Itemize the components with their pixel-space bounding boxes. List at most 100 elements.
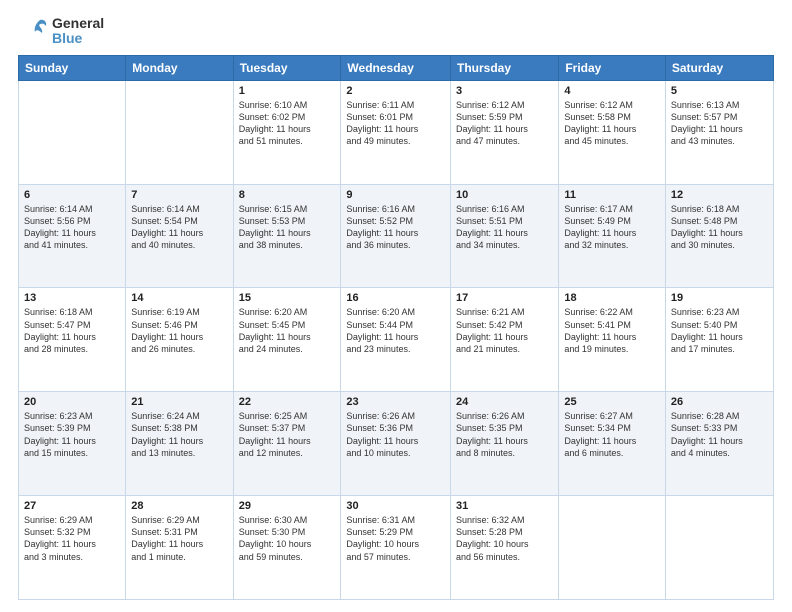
cell-content: Sunrise: 6:23 AM Sunset: 5:39 PM Dayligh… [24,410,120,459]
cell-content: Sunrise: 6:11 AM Sunset: 6:01 PM Dayligh… [346,99,445,148]
day-number: 2 [346,85,445,97]
cell-content: Sunrise: 6:23 AM Sunset: 5:40 PM Dayligh… [671,306,768,355]
calendar-cell: 19Sunrise: 6:23 AM Sunset: 5:40 PM Dayli… [665,288,773,392]
cell-content: Sunrise: 6:14 AM Sunset: 5:56 PM Dayligh… [24,203,120,252]
day-number: 30 [346,500,445,512]
header-row: SundayMondayTuesdayWednesdayThursdayFrid… [19,55,774,80]
cell-content: Sunrise: 6:15 AM Sunset: 5:53 PM Dayligh… [239,203,336,252]
cell-content: Sunrise: 6:18 AM Sunset: 5:48 PM Dayligh… [671,203,768,252]
logo: GeneralBlue [18,16,104,47]
week-row-4: 27 Sunrise: 6:29 AM Sunset: 5:32 PM Dayli… [19,496,774,600]
calendar-cell: 4Sunrise: 6:12 AM Sunset: 5:58 PM Daylig… [559,80,666,184]
header-cell-monday: Monday [126,55,233,80]
cell-content: Sunrise: 6:27 AM Sunset: 5:34 PM Dayligh… [564,410,660,459]
calendar-cell: 16Sunrise: 6:20 AM Sunset: 5:44 PM Dayli… [341,288,451,392]
calendar-cell: 27 Sunrise: 6:29 AM Sunset: 5:32 PM Dayli… [19,496,126,600]
cell-content: Sunrise: 6:17 AM Sunset: 5:49 PM Dayligh… [564,203,660,252]
calendar-table: SundayMondayTuesdayWednesdayThursdayFrid… [18,55,774,600]
cell-content: Sunrise: 6:14 AM Sunset: 5:54 PM Dayligh… [131,203,227,252]
week-row-0: 1Sunrise: 6:10 AM Sunset: 6:02 PM Daylig… [19,80,774,184]
cell-content: Sunrise: 6:25 AM Sunset: 5:37 PM Dayligh… [239,410,336,459]
header-cell-thursday: Thursday [451,55,559,80]
day-number: 5 [671,85,768,97]
calendar-cell: 10 Sunrise: 6:16 AM Sunset: 5:51 PM Dayli… [451,184,559,288]
logo-general: General [52,16,104,31]
day-number: 17 [456,292,553,304]
cell-content: Sunrise: 6:12 AM Sunset: 5:59 PM Dayligh… [456,99,553,148]
header: GeneralBlue [18,16,774,47]
day-number: 21 [131,396,227,408]
logo-bird-icon [18,19,48,43]
day-number: 24 [456,396,553,408]
cell-content: Sunrise: 6:16 AM Sunset: 5:52 PM Dayligh… [346,203,445,252]
day-number: 10 [456,189,553,201]
calendar-cell: 21 Sunrise: 6:24 AM Sunset: 5:38 PM Dayli… [126,392,233,496]
cell-content: Sunrise: 6:22 AM Sunset: 5:41 PM Dayligh… [564,306,660,355]
day-number: 7 [131,189,227,201]
day-number: 14 [131,292,227,304]
day-number: 28 [131,500,227,512]
calendar-cell [126,80,233,184]
calendar-cell: 9 Sunrise: 6:16 AM Sunset: 5:52 PM Daylig… [341,184,451,288]
calendar-cell: 12 Sunrise: 6:18 AM Sunset: 5:48 PM Dayli… [665,184,773,288]
calendar-cell: 15Sunrise: 6:20 AM Sunset: 5:45 PM Dayli… [233,288,341,392]
day-number: 9 [346,189,445,201]
calendar-cell: 6 Sunrise: 6:14 AM Sunset: 5:56 PM Daylig… [19,184,126,288]
cell-content: Sunrise: 6:28 AM Sunset: 5:33 PM Dayligh… [671,410,768,459]
header-cell-wednesday: Wednesday [341,55,451,80]
cell-content: Sunrise: 6:16 AM Sunset: 5:51 PM Dayligh… [456,203,553,252]
week-row-1: 6 Sunrise: 6:14 AM Sunset: 5:56 PM Daylig… [19,184,774,288]
day-number: 8 [239,189,336,201]
calendar-cell: 29Sunrise: 6:30 AM Sunset: 5:30 PM Dayli… [233,496,341,600]
calendar-cell: 25Sunrise: 6:27 AM Sunset: 5:34 PM Dayli… [559,392,666,496]
cell-content: Sunrise: 6:31 AM Sunset: 5:29 PM Dayligh… [346,514,445,563]
calendar-cell: 5 Sunrise: 6:13 AM Sunset: 5:57 PM Daylig… [665,80,773,184]
day-number: 12 [671,189,768,201]
day-number: 20 [24,396,120,408]
day-number: 6 [24,189,120,201]
header-cell-friday: Friday [559,55,666,80]
header-cell-sunday: Sunday [19,55,126,80]
day-number: 11 [564,189,660,201]
calendar-cell: 3 Sunrise: 6:12 AM Sunset: 5:59 PM Daylig… [451,80,559,184]
cell-content: Sunrise: 6:21 AM Sunset: 5:42 PM Dayligh… [456,306,553,355]
week-row-3: 20 Sunrise: 6:23 AM Sunset: 5:39 PM Dayli… [19,392,774,496]
cell-content: Sunrise: 6:24 AM Sunset: 5:38 PM Dayligh… [131,410,227,459]
page: GeneralBlue SundayMondayTuesdayWednesday… [0,0,792,612]
day-number: 31 [456,500,553,512]
calendar-cell [559,496,666,600]
calendar-cell: 17 Sunrise: 6:21 AM Sunset: 5:42 PM Dayli… [451,288,559,392]
calendar-body: 1Sunrise: 6:10 AM Sunset: 6:02 PM Daylig… [19,80,774,599]
cell-content: Sunrise: 6:32 AM Sunset: 5:28 PM Dayligh… [456,514,553,563]
cell-content: Sunrise: 6:18 AM Sunset: 5:47 PM Dayligh… [24,306,120,355]
calendar-cell: 26 Sunrise: 6:28 AM Sunset: 5:33 PM Dayli… [665,392,773,496]
day-number: 27 [24,500,120,512]
calendar: SundayMondayTuesdayWednesdayThursdayFrid… [18,55,774,600]
calendar-cell: 8 Sunrise: 6:15 AM Sunset: 5:53 PM Daylig… [233,184,341,288]
day-number: 26 [671,396,768,408]
day-number: 23 [346,396,445,408]
calendar-cell: 18 Sunrise: 6:22 AM Sunset: 5:41 PM Dayli… [559,288,666,392]
logo-blue: Blue [52,31,104,46]
day-number: 29 [239,500,336,512]
calendar-cell: 22Sunrise: 6:25 AM Sunset: 5:37 PM Dayli… [233,392,341,496]
calendar-cell: 13Sunrise: 6:18 AM Sunset: 5:47 PM Dayli… [19,288,126,392]
day-number: 18 [564,292,660,304]
calendar-cell: 11 Sunrise: 6:17 AM Sunset: 5:49 PM Dayli… [559,184,666,288]
cell-content: Sunrise: 6:20 AM Sunset: 5:44 PM Dayligh… [346,306,445,355]
logo-text: GeneralBlue [52,16,104,47]
header-cell-tuesday: Tuesday [233,55,341,80]
calendar-cell: 30 Sunrise: 6:31 AM Sunset: 5:29 PM Dayli… [341,496,451,600]
cell-content: Sunrise: 6:29 AM Sunset: 5:32 PM Dayligh… [24,514,120,563]
calendar-cell: 23 Sunrise: 6:26 AM Sunset: 5:36 PM Dayli… [341,392,451,496]
header-cell-saturday: Saturday [665,55,773,80]
cell-content: Sunrise: 6:26 AM Sunset: 5:35 PM Dayligh… [456,410,553,459]
cell-content: Sunrise: 6:12 AM Sunset: 5:58 PM Dayligh… [564,99,660,148]
day-number: 3 [456,85,553,97]
calendar-header: SundayMondayTuesdayWednesdayThursdayFrid… [19,55,774,80]
calendar-cell: 2 Sunrise: 6:11 AM Sunset: 6:01 PM Daylig… [341,80,451,184]
cell-content: Sunrise: 6:13 AM Sunset: 5:57 PM Dayligh… [671,99,768,148]
calendar-cell [665,496,773,600]
cell-content: Sunrise: 6:26 AM Sunset: 5:36 PM Dayligh… [346,410,445,459]
calendar-cell [19,80,126,184]
